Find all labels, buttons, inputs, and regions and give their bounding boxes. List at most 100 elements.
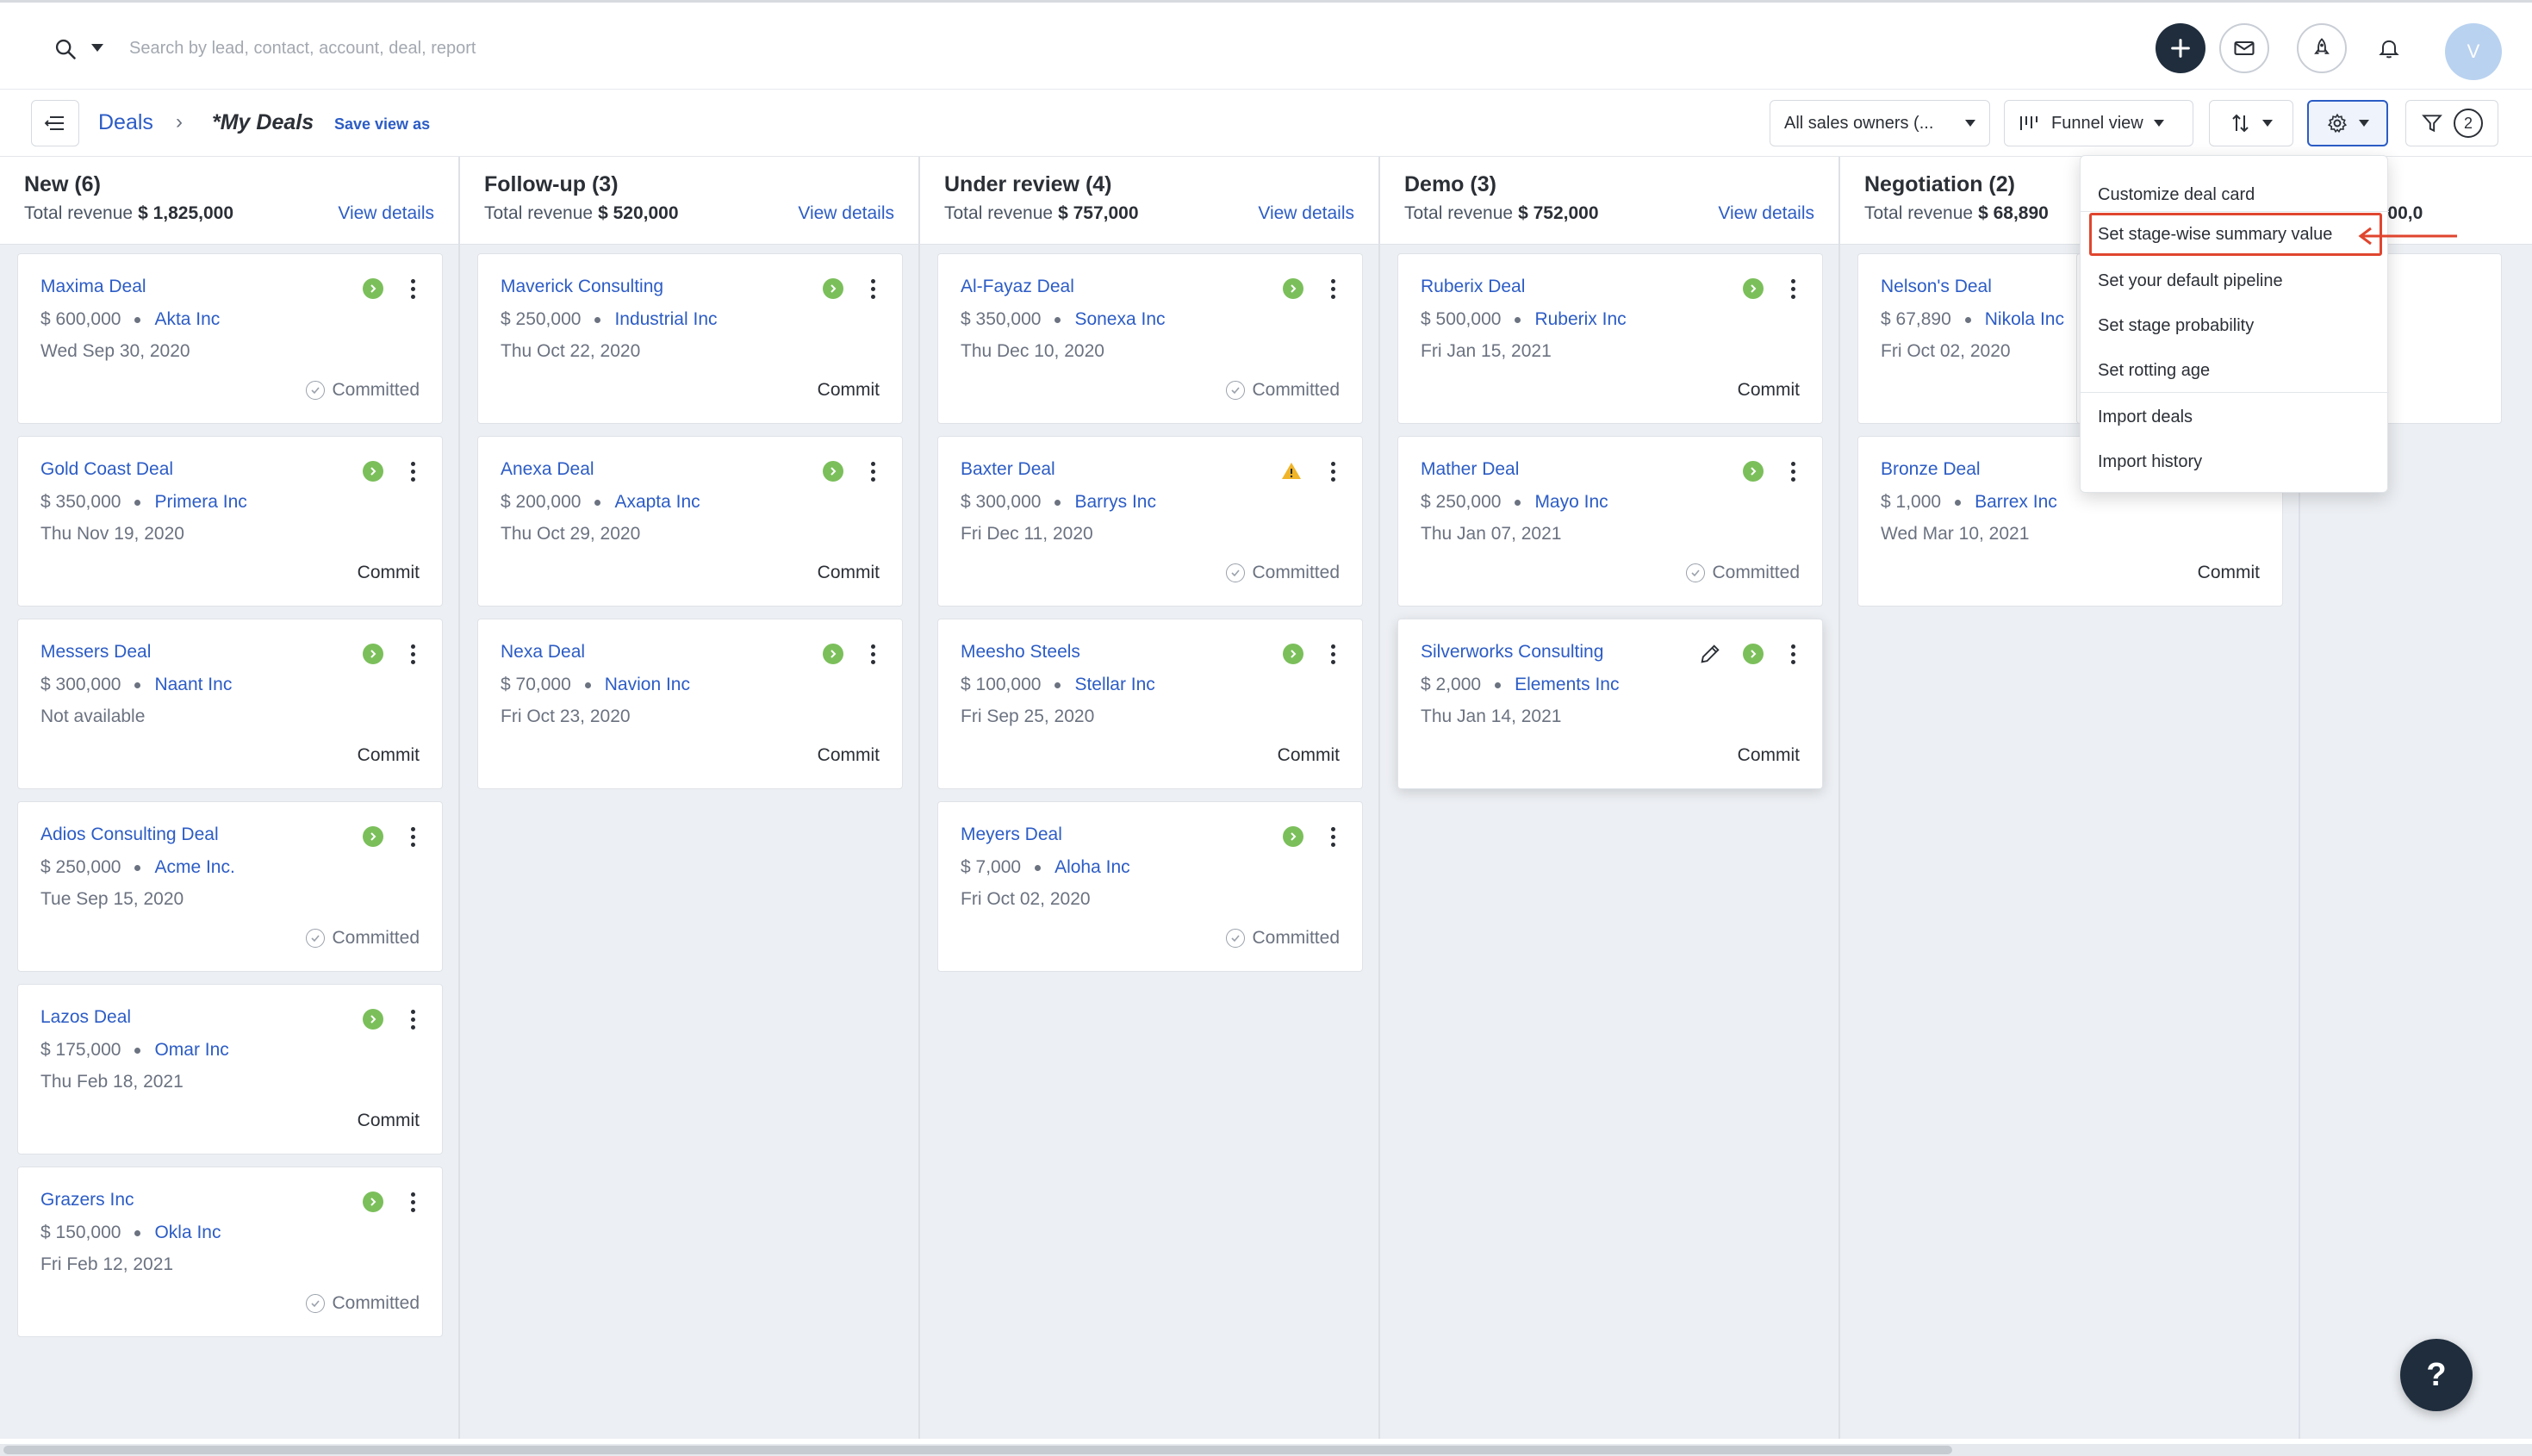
forecast-status[interactable]: Committed (1226, 928, 1340, 949)
search-icon[interactable] (53, 37, 78, 61)
deal-company-link[interactable]: Axapta Inc (614, 492, 700, 513)
deal-company-link[interactable]: Acme Inc. (154, 857, 234, 878)
next-activity-icon[interactable] (1743, 461, 1764, 482)
deal-name-link[interactable]: Meesho Steels (961, 642, 1080, 663)
more-options-icon[interactable] (1782, 640, 1803, 668)
deal-company-link[interactable]: Sonexa Inc (1074, 309, 1165, 330)
deal-name-link[interactable]: Silverworks Consulting (1421, 642, 1603, 663)
deal-name-link[interactable]: Nexa Deal (501, 642, 585, 663)
next-activity-icon[interactable] (1283, 826, 1303, 847)
next-activity-icon[interactable] (363, 278, 383, 299)
deal-company-link[interactable]: Nikola Inc (1985, 309, 2064, 330)
menu-item-stage-probability[interactable]: Set stage probability (2098, 316, 2254, 336)
deal-company-link[interactable]: Omar Inc (154, 1040, 228, 1061)
menu-item-default-pipeline[interactable]: Set your default pipeline (2098, 271, 2283, 291)
deal-company-link[interactable]: Akta Inc (154, 309, 220, 330)
more-options-icon[interactable] (862, 457, 883, 485)
deal-card[interactable]: Meesho Steels $ 100,000 Stellar Inc Fri Sep… (937, 619, 1363, 789)
more-options-icon[interactable] (402, 823, 423, 850)
deal-name-link[interactable]: Al-Fayaz Deal (961, 277, 1074, 297)
deal-card[interactable]: Maverick Consulting $ 250,000 Industrial I… (477, 253, 903, 424)
deal-card[interactable]: Gold Coast Deal $ 350,000 Primera Inc Thu N… (17, 436, 443, 607)
more-options-icon[interactable] (402, 275, 423, 302)
add-button[interactable] (2156, 23, 2205, 73)
next-activity-icon[interactable] (823, 461, 843, 482)
deal-company-link[interactable]: Primera Inc (154, 492, 246, 513)
deal-company-link[interactable]: Barrex Inc (1975, 492, 2057, 513)
save-view-as-link[interactable]: Save view as (334, 115, 430, 134)
forecast-status[interactable]: Commit (358, 563, 420, 583)
deal-company-link[interactable]: Aloha Inc (1054, 857, 1130, 878)
deal-company-link[interactable]: Elements Inc (1515, 675, 1619, 695)
more-options-icon[interactable] (402, 640, 423, 668)
deal-name-link[interactable]: Maxima Deal (40, 277, 146, 297)
next-activity-icon[interactable] (363, 1192, 383, 1212)
forecast-status[interactable]: Commit (1738, 380, 1800, 401)
deal-name-link[interactable]: Ruberix Deal (1421, 277, 1525, 297)
deal-name-link[interactable]: Anexa Deal (501, 459, 594, 480)
forecast-status[interactable]: Committed (306, 928, 420, 949)
rocket-button[interactable] (2297, 23, 2347, 73)
deal-card[interactable]: Messers Deal $ 300,000 Naant Inc Not availa… (17, 619, 443, 789)
deal-card[interactable]: Mather Deal $ 250,000 Mayo Inc Thu Jan 07, … (1397, 436, 1823, 607)
forecast-status[interactable]: Committed (1686, 563, 1800, 583)
deal-company-link[interactable]: Naant Inc (154, 675, 232, 695)
deal-name-link[interactable]: Bronze Deal (1881, 459, 1981, 480)
forecast-status[interactable]: Commit (2198, 563, 2260, 583)
deal-card[interactable]: Adios Consulting Deal $ 250,000 Acme Inc. T… (17, 801, 443, 972)
forecast-status[interactable]: Commit (1738, 745, 1800, 766)
view-details-link[interactable]: View details (798, 203, 894, 224)
more-options-icon[interactable] (1322, 823, 1343, 850)
deal-name-link[interactable]: Gold Coast Deal (40, 459, 173, 480)
deal-company-link[interactable]: Okla Inc (154, 1223, 221, 1243)
deal-name-link[interactable]: Nelson's Deal (1881, 277, 1992, 297)
sales-owner-select[interactable]: All sales owners (... (1770, 100, 1990, 146)
filter-button[interactable]: 2 (2405, 100, 2498, 146)
avatar[interactable]: V (2445, 23, 2502, 80)
menu-item-stage-summary-value[interactable]: Set stage-wise summary value (2098, 225, 2332, 245)
next-activity-icon[interactable] (363, 826, 383, 847)
deal-company-link[interactable]: Stellar Inc (1074, 675, 1154, 695)
more-options-icon[interactable] (1782, 275, 1803, 302)
deal-name-link[interactable]: Adios Consulting Deal (40, 824, 219, 845)
help-button[interactable]: ? (2400, 1339, 2473, 1411)
deal-card[interactable]: Meyers Deal $ 7,000 Aloha Inc Fri Oct 02, 2… (937, 801, 1363, 972)
deal-company-link[interactable]: Ruberix Inc (1534, 309, 1626, 330)
warning-icon[interactable] (1281, 461, 1302, 480)
search-input[interactable] (129, 28, 1163, 68)
forecast-status[interactable]: Commit (818, 745, 880, 766)
next-activity-icon[interactable] (1283, 278, 1303, 299)
sidebar-toggle-button[interactable] (31, 100, 79, 146)
forecast-status[interactable]: Committed (1226, 380, 1340, 401)
deal-card[interactable]: Baxter Deal $ 300,000 Barrys Inc Fri Dec 11… (937, 436, 1363, 607)
pencil-icon[interactable] (1698, 642, 1722, 666)
menu-item-customize-deal-card[interactable]: Customize deal card (2098, 185, 2255, 205)
mail-button[interactable] (2219, 23, 2269, 73)
deal-card[interactable]: Grazers Inc $ 150,000 Okla Inc Fri Feb 12, … (17, 1167, 443, 1337)
deal-name-link[interactable]: Baxter Deal (961, 459, 1055, 480)
next-activity-icon[interactable] (363, 461, 383, 482)
horizontal-scrollbar[interactable] (0, 1444, 2532, 1456)
next-activity-icon[interactable] (363, 644, 383, 664)
deal-name-link[interactable]: Grazers Inc (40, 1190, 134, 1210)
deal-card[interactable]: Maxima Deal $ 600,000 Akta Inc Wed Sep 30, … (17, 253, 443, 424)
more-options-icon[interactable] (402, 1005, 423, 1033)
deal-card[interactable]: Lazos Deal $ 175,000 Omar Inc Thu Feb 18, 2… (17, 984, 443, 1154)
view-details-link[interactable]: View details (338, 203, 434, 224)
deal-card[interactable]: Ruberix Deal $ 500,000 Ruberix Inc Fri Jan … (1397, 253, 1823, 424)
deal-card[interactable]: Anexa Deal $ 200,000 Axapta Inc Thu Oct 29,… (477, 436, 903, 607)
menu-item-import-deals[interactable]: Import deals (2098, 408, 2193, 427)
next-activity-icon[interactable] (823, 644, 843, 664)
forecast-status[interactable]: Commit (358, 745, 420, 766)
forecast-status[interactable]: Commit (358, 1111, 420, 1131)
deal-name-link[interactable]: Messers Deal (40, 642, 151, 663)
next-activity-icon[interactable] (1743, 644, 1764, 664)
notifications-button[interactable] (2364, 23, 2414, 73)
settings-button[interactable] (2307, 100, 2388, 146)
forecast-status[interactable]: Commit (818, 380, 880, 401)
more-options-icon[interactable] (1322, 640, 1343, 668)
next-activity-icon[interactable] (1283, 644, 1303, 664)
menu-item-rotting-age[interactable]: Set rotting age (2098, 361, 2210, 381)
deal-company-link[interactable]: Barrys Inc (1074, 492, 1156, 513)
deal-card[interactable]: Nexa Deal $ 70,000 Navion Inc Fri Oct 23, 2… (477, 619, 903, 789)
